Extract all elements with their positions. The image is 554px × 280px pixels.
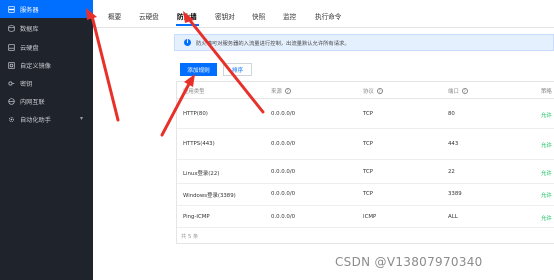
sidebar-item-key[interactable]: 密钥 [0, 74, 93, 92]
tab-monitor[interactable]: 监控 [283, 11, 296, 21]
sidebar-item-label: 自动化助手 [20, 116, 51, 124]
database-icon [8, 24, 15, 32]
sidebar-item-server[interactable]: 服务器 [0, 0, 93, 18]
table-header: 应用类型 来源? 协议? 端口? 策略 [177, 82, 554, 99]
gear-icon [9, 116, 14, 122]
sort-button[interactable]: 排序 [223, 63, 252, 76]
help-icon: ? [461, 88, 468, 94]
sidebar-item-label: 数据库 [20, 25, 39, 33]
chevron-down-icon: ▾ [79, 115, 83, 122]
sidebar-item-label: 自定义镜像 [20, 62, 51, 70]
tab-bar: 概要 云硬盘 防火墙 密钥对 快照 监控 执行命令 [93, 0, 554, 28]
tab-run-command[interactable]: 执行命令 [315, 11, 341, 21]
table-row[interactable]: Windows登录(3389) 0.0.0.0/0 TCP 3389 允许 [177, 184, 554, 206]
column-header: 端口? [448, 88, 468, 95]
sidebar-item-label: 云硬盘 [20, 44, 39, 52]
tab-snapshot[interactable]: 快照 [252, 11, 265, 21]
sidebar-item-custom-image[interactable]: 自定义镜像 [0, 56, 93, 74]
add-rule-button[interactable]: 添加规则 [180, 63, 217, 76]
sidebar-item-label: 密钥 [20, 80, 33, 88]
tab-cloud-disk[interactable]: 云硬盘 [139, 11, 159, 21]
info-icon: i [184, 39, 191, 46]
sidebar-arrow [90, 14, 120, 122]
active-tab-indicator [176, 24, 199, 26]
image-icon [8, 61, 15, 69]
total-count: 共 5 条 [181, 234, 199, 240]
sidebar-item-automation[interactable]: 自动化助手 ▾ [0, 110, 93, 128]
disk-icon [8, 43, 15, 51]
help-icon: ? [284, 88, 291, 94]
help-icon: ? [376, 88, 383, 94]
server-icon [8, 5, 15, 13]
tab-firewall[interactable]: 防火墙 [177, 11, 197, 21]
tab-overview[interactable]: 概要 [108, 11, 121, 21]
info-notice: i 防火墙可对服务器的入流量进行控制，出流量默认允许所有请求。 [174, 34, 554, 51]
sidebar-item-database[interactable]: 数据库 [0, 19, 93, 37]
watermark: CSDN @V13807970340 [335, 255, 483, 269]
sidebar: 服务器 数据库 云硬盘 自定义镜像 密钥 内网互联 自动化助手 ▾ [0, 0, 93, 280]
column-header: 策略 [541, 89, 552, 95]
sidebar-item-cloud-disk[interactable]: 云硬盘 [0, 38, 93, 56]
table-row[interactable]: HTTPS(443) 0.0.0.0/0 TCP 443 允许 [177, 129, 554, 160]
table-row[interactable]: HTTP(80) 0.0.0.0/0 TCP 80 允许 [177, 99, 554, 129]
sidebar-item-label: 内网互联 [20, 98, 45, 106]
firewall-rules-table: 应用类型 来源? 协议? 端口? 策略 HTTP(80) 0.0.0.0/0 T… [176, 81, 554, 244]
sidebar-item-label: 服务器 [20, 6, 39, 14]
network-icon [8, 97, 15, 105]
notice-text: 防火墙可对服务器的入流量进行控制，出流量默认允许所有请求。 [196, 40, 350, 47]
key-icon [8, 81, 15, 85]
table-row[interactable]: Ping-ICMP 0.0.0.0/0 ICMP ALL 允许 [177, 206, 554, 228]
column-header: 来源? [271, 88, 291, 95]
column-header: 应用类型 [183, 89, 205, 95]
console-window: 服务器 数据库 云硬盘 自定义镜像 密钥 内网互联 自动化助手 ▾ 概要 云硬盘… [0, 0, 554, 280]
table-row[interactable]: Linux登录(22) 0.0.0.0/0 TCP 22 允许 [177, 160, 554, 184]
tab-key-pair[interactable]: 密钥对 [215, 11, 235, 21]
sidebar-item-intranet[interactable]: 内网互联 [0, 92, 93, 110]
column-header: 协议? [363, 88, 383, 95]
